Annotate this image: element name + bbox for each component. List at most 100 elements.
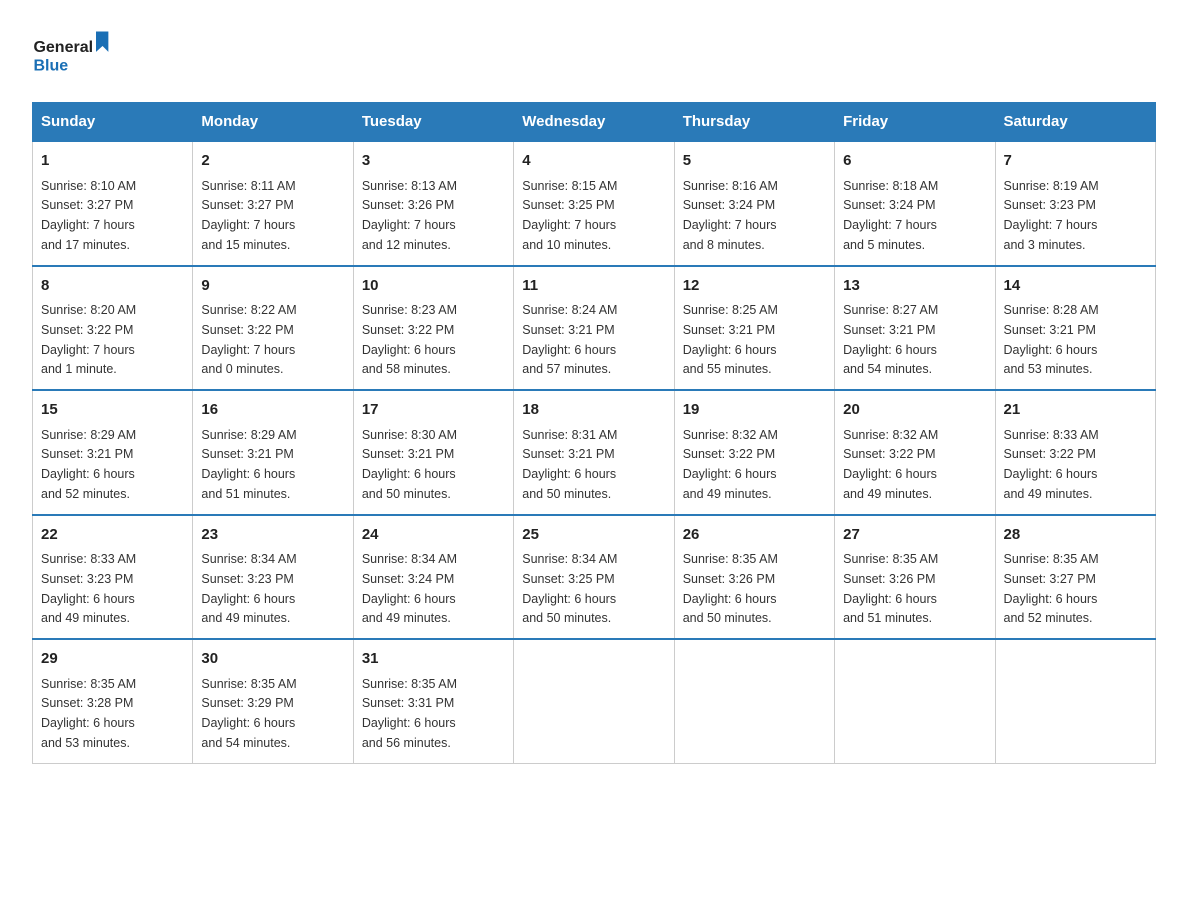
header-sunday: Sunday — [33, 103, 193, 142]
day-info: Sunrise: 8:35 AMSunset: 3:26 PMDaylight:… — [683, 552, 778, 625]
day-number: 9 — [201, 275, 344, 298]
day-info: Sunrise: 8:15 AMSunset: 3:25 PMDaylight:… — [522, 179, 617, 252]
day-number: 26 — [683, 524, 826, 547]
calendar-table: SundayMondayTuesdayWednesdayThursdayFrid… — [32, 102, 1156, 764]
header-saturday: Saturday — [995, 103, 1155, 142]
day-info: Sunrise: 8:34 AMSunset: 3:23 PMDaylight:… — [201, 552, 296, 625]
header-monday: Monday — [193, 103, 353, 142]
day-info: Sunrise: 8:32 AMSunset: 3:22 PMDaylight:… — [843, 428, 938, 501]
calendar-cell: 10 Sunrise: 8:23 AMSunset: 3:22 PMDayligh… — [353, 266, 513, 391]
day-info: Sunrise: 8:35 AMSunset: 3:28 PMDaylight:… — [41, 677, 136, 750]
header-tuesday: Tuesday — [353, 103, 513, 142]
calendar-cell: 3Sunrise: 8:13 AMSunset: 3:26 PMDaylight… — [353, 141, 513, 266]
day-info: Sunrise: 8:29 AMSunset: 3:21 PMDaylight:… — [201, 428, 296, 501]
day-number: 29 — [41, 648, 184, 671]
calendar-cell: 6Sunrise: 8:18 AMSunset: 3:24 PMDaylight… — [835, 141, 995, 266]
day-info: Sunrise: 8:29 AMSunset: 3:21 PMDaylight:… — [41, 428, 136, 501]
day-number: 12 — [683, 275, 826, 298]
calendar-cell: 9 Sunrise: 8:22 AMSunset: 3:22 PMDaylight… — [193, 266, 353, 391]
calendar-cell — [835, 639, 995, 763]
day-number: 10 — [362, 275, 505, 298]
day-info: Sunrise: 8:24 AMSunset: 3:21 PMDaylight:… — [522, 303, 617, 376]
svg-text:Blue: Blue — [33, 58, 68, 75]
header-thursday: Thursday — [674, 103, 834, 142]
day-number: 6 — [843, 150, 986, 173]
day-number: 23 — [201, 524, 344, 547]
day-info: Sunrise: 8:30 AMSunset: 3:21 PMDaylight:… — [362, 428, 457, 501]
day-number: 4 — [522, 150, 665, 173]
calendar-cell: 23 Sunrise: 8:34 AMSunset: 3:23 PMDayligh… — [193, 515, 353, 640]
day-info: Sunrise: 8:35 AMSunset: 3:31 PMDaylight:… — [362, 677, 457, 750]
header-friday: Friday — [835, 103, 995, 142]
day-info: Sunrise: 8:13 AMSunset: 3:26 PMDaylight:… — [362, 179, 457, 252]
day-number: 15 — [41, 399, 184, 422]
day-info: Sunrise: 8:23 AMSunset: 3:22 PMDaylight:… — [362, 303, 457, 376]
header-wednesday: Wednesday — [514, 103, 674, 142]
day-info: Sunrise: 8:31 AMSunset: 3:21 PMDaylight:… — [522, 428, 617, 501]
day-info: Sunrise: 8:16 AMSunset: 3:24 PMDaylight:… — [683, 179, 778, 252]
calendar-cell: 4 Sunrise: 8:15 AMSunset: 3:25 PMDaylight… — [514, 141, 674, 266]
day-info: Sunrise: 8:33 AMSunset: 3:22 PMDaylight:… — [1004, 428, 1099, 501]
day-info: Sunrise: 8:33 AMSunset: 3:23 PMDaylight:… — [41, 552, 136, 625]
calendar-cell: 21 Sunrise: 8:33 AMSunset: 3:22 PMDayligh… — [995, 390, 1155, 515]
week-row-5: 29 Sunrise: 8:35 AMSunset: 3:28 PMDayligh… — [33, 639, 1156, 763]
calendar-cell: 2 Sunrise: 8:11 AMSunset: 3:27 PMDaylight… — [193, 141, 353, 266]
day-info: Sunrise: 8:32 AMSunset: 3:22 PMDaylight:… — [683, 428, 778, 501]
calendar-cell: 14 Sunrise: 8:28 AMSunset: 3:21 PMDayligh… — [995, 266, 1155, 391]
svg-text:General: General — [33, 39, 93, 56]
day-info: Sunrise: 8:35 AMSunset: 3:26 PMDaylight:… — [843, 552, 938, 625]
calendar-cell: 16Sunrise: 8:29 AMSunset: 3:21 PMDayligh… — [193, 390, 353, 515]
day-info: Sunrise: 8:25 AMSunset: 3:21 PMDaylight:… — [683, 303, 778, 376]
week-row-2: 8Sunrise: 8:20 AMSunset: 3:22 PMDaylight… — [33, 266, 1156, 391]
calendar-cell: 22 Sunrise: 8:33 AMSunset: 3:23 PMDayligh… — [33, 515, 193, 640]
day-info: Sunrise: 8:34 AMSunset: 3:24 PMDaylight:… — [362, 552, 457, 625]
day-number: 21 — [1004, 399, 1147, 422]
day-number: 1 — [41, 150, 184, 173]
calendar-cell: 25Sunrise: 8:34 AMSunset: 3:25 PMDayligh… — [514, 515, 674, 640]
calendar-cell: 24 Sunrise: 8:34 AMSunset: 3:24 PMDayligh… — [353, 515, 513, 640]
calendar-cell: 20 Sunrise: 8:32 AMSunset: 3:22 PMDayligh… — [835, 390, 995, 515]
calendar-cell: 7 Sunrise: 8:19 AMSunset: 3:23 PMDaylight… — [995, 141, 1155, 266]
day-number: 31 — [362, 648, 505, 671]
day-number: 20 — [843, 399, 986, 422]
calendar-cell: 26 Sunrise: 8:35 AMSunset: 3:26 PMDayligh… — [674, 515, 834, 640]
calendar-cell: 19 Sunrise: 8:32 AMSunset: 3:22 PMDayligh… — [674, 390, 834, 515]
day-number: 22 — [41, 524, 184, 547]
day-number: 27 — [843, 524, 986, 547]
day-number: 24 — [362, 524, 505, 547]
day-info: Sunrise: 8:19 AMSunset: 3:23 PMDaylight:… — [1004, 179, 1099, 252]
calendar-cell: 8Sunrise: 8:20 AMSunset: 3:22 PMDaylight… — [33, 266, 193, 391]
logo: General Blue — [32, 24, 112, 84]
week-row-3: 15 Sunrise: 8:29 AMSunset: 3:21 PMDayligh… — [33, 390, 1156, 515]
calendar-cell: 1 Sunrise: 8:10 AMSunset: 3:27 PMDaylight… — [33, 141, 193, 266]
page-header: General Blue — [32, 24, 1156, 84]
day-number: 7 — [1004, 150, 1147, 173]
calendar-header-row: SundayMondayTuesdayWednesdayThursdayFrid… — [33, 103, 1156, 142]
calendar-cell: 17 Sunrise: 8:30 AMSunset: 3:21 PMDayligh… — [353, 390, 513, 515]
calendar-cell: 15 Sunrise: 8:29 AMSunset: 3:21 PMDayligh… — [33, 390, 193, 515]
day-info: Sunrise: 8:35 AMSunset: 3:29 PMDaylight:… — [201, 677, 296, 750]
logo-svg: General Blue — [32, 24, 112, 84]
calendar-cell: 29 Sunrise: 8:35 AMSunset: 3:28 PMDayligh… — [33, 639, 193, 763]
calendar-cell: 13 Sunrise: 8:27 AMSunset: 3:21 PMDayligh… — [835, 266, 995, 391]
day-number: 25 — [522, 524, 665, 547]
day-number: 28 — [1004, 524, 1147, 547]
day-number: 30 — [201, 648, 344, 671]
calendar-cell — [674, 639, 834, 763]
day-number: 14 — [1004, 275, 1147, 298]
day-number: 17 — [362, 399, 505, 422]
calendar-cell: 12 Sunrise: 8:25 AMSunset: 3:21 PMDayligh… — [674, 266, 834, 391]
day-number: 13 — [843, 275, 986, 298]
calendar-cell: 5Sunrise: 8:16 AMSunset: 3:24 PMDaylight… — [674, 141, 834, 266]
day-info: Sunrise: 8:27 AMSunset: 3:21 PMDaylight:… — [843, 303, 938, 376]
day-info: Sunrise: 8:10 AMSunset: 3:27 PMDaylight:… — [41, 179, 136, 252]
day-info: Sunrise: 8:35 AMSunset: 3:27 PMDaylight:… — [1004, 552, 1099, 625]
day-info: Sunrise: 8:22 AMSunset: 3:22 PMDaylight:… — [201, 303, 296, 376]
day-info: Sunrise: 8:11 AMSunset: 3:27 PMDaylight:… — [201, 179, 295, 252]
day-number: 2 — [201, 150, 344, 173]
calendar-cell: 11 Sunrise: 8:24 AMSunset: 3:21 PMDayligh… — [514, 266, 674, 391]
day-number: 8 — [41, 275, 184, 298]
day-number: 11 — [522, 275, 665, 298]
day-number: 19 — [683, 399, 826, 422]
day-info: Sunrise: 8:28 AMSunset: 3:21 PMDaylight:… — [1004, 303, 1099, 376]
